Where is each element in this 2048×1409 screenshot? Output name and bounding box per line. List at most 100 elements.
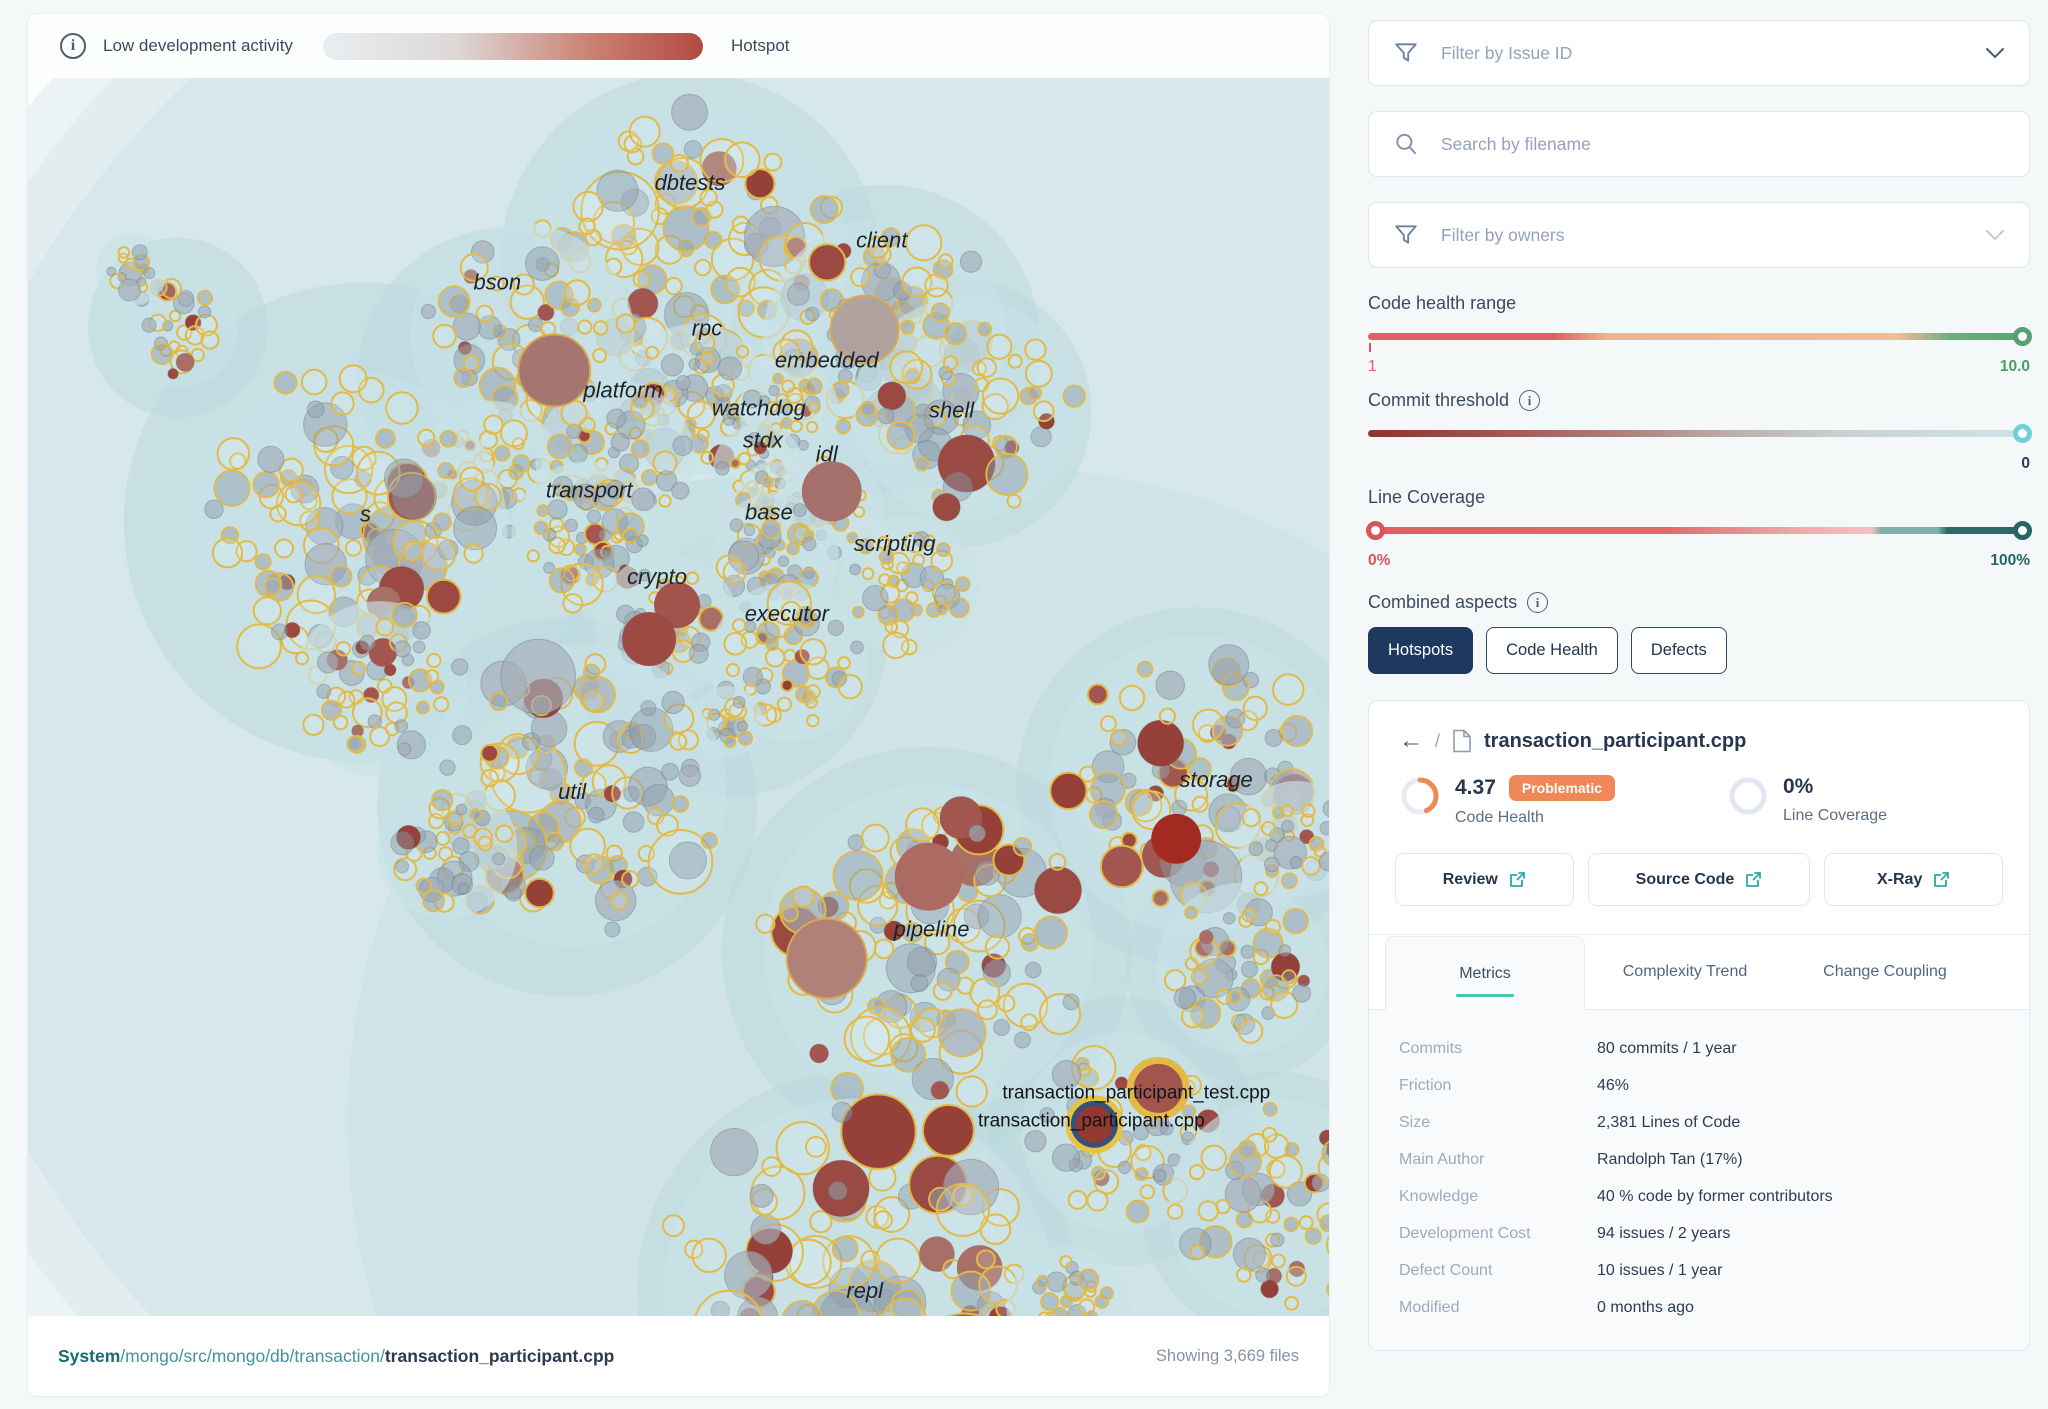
cluster-label-base: base — [745, 499, 793, 524]
metric-value: 40 % code by former contributors — [1597, 1188, 1833, 1206]
sidebar: Filter by Issue ID Search by filename Fi… — [1368, 20, 2030, 1351]
metric-value: 80 commits / 1 year — [1597, 1040, 1737, 1058]
line-coverage-label: Line Coverage — [1368, 487, 1485, 508]
commit-threshold-value: 0 — [2021, 455, 2030, 473]
code-health-min-tick — [1369, 343, 1371, 352]
cluster-label-util: util — [558, 779, 587, 804]
selected-file-label: transaction_participant.cpp — [978, 1110, 1205, 1131]
cluster-label-embedded: embedded — [775, 348, 880, 373]
cluster-label-s: s — [360, 501, 371, 526]
chevron-down-icon[interactable] — [1985, 229, 2005, 241]
breadcrumb: System/mongo/src/mongo/db/transaction/tr… — [58, 1346, 614, 1367]
cluster-label-transport: transport — [546, 477, 634, 502]
commit-threshold-slider[interactable] — [1368, 425, 2030, 443]
line-coverage-min-label: 0% — [1368, 552, 1390, 570]
metric-value: 94 issues / 2 years — [1597, 1225, 1730, 1243]
info-icon[interactable]: i — [1527, 592, 1548, 613]
aspect-button-defects[interactable]: Defects — [1631, 627, 1727, 674]
cluster-label-dbtests: dbtests — [655, 170, 726, 195]
review-button[interactable]: Review — [1395, 853, 1574, 906]
file-details-card: ← / transaction_participant.cpp 4.37 Pro… — [1368, 700, 2030, 1351]
metric-row: Modified0 months ago — [1369, 1289, 2029, 1326]
line-coverage-ring — [1727, 775, 1769, 817]
metric-label: Knowledge — [1399, 1188, 1597, 1206]
metric-row: Knowledge40 % code by former contributor… — [1369, 1178, 2029, 1215]
cluster-label-rpc: rpc — [692, 316, 723, 341]
line-coverage-max-handle[interactable] — [2013, 521, 2032, 540]
filter-owners[interactable]: Filter by owners — [1368, 202, 2030, 268]
commit-threshold-label: Commit threshold — [1368, 390, 1509, 411]
code-health-slider[interactable] — [1368, 328, 2030, 346]
aspect-button-hotspots[interactable]: Hotspots — [1368, 627, 1473, 674]
legend-high-label: Hotspot — [731, 36, 790, 56]
metric-value: 10 issues / 1 year — [1597, 1262, 1722, 1280]
info-icon[interactable]: i — [60, 33, 86, 59]
cluster-label-scripting: scripting — [854, 531, 937, 556]
metric-label: Size — [1399, 1114, 1597, 1132]
code-health-gauge: 4.37 Problematic Code Health — [1399, 775, 1727, 827]
breadcrumb-root[interactable]: System — [58, 1346, 120, 1366]
aspect-button-code-health[interactable]: Code Health — [1486, 627, 1618, 674]
breadcrumb-path[interactable]: /mongo/src/mongo/db/transaction/ — [120, 1346, 385, 1366]
metric-row: Size2,381 Lines of Code — [1369, 1104, 2029, 1141]
hotspot-map-panel: i Low development activity Hotspot dbtes… — [27, 13, 1330, 1397]
code-health-gauge-label: Code Health — [1455, 809, 1615, 827]
funnel-icon — [1393, 222, 1419, 248]
cluster-label-shell: shell — [929, 397, 975, 422]
source-code-button[interactable]: Source Code — [1588, 853, 1811, 906]
metric-row: Friction46% — [1369, 1067, 2029, 1104]
path-slash: / — [1435, 731, 1440, 752]
search-filename[interactable]: Search by filename — [1368, 111, 2030, 177]
breadcrumb-file: transaction_participant.cpp — [385, 1346, 615, 1366]
line-coverage-slider[interactable] — [1368, 522, 2030, 540]
file-title: transaction_participant.cpp — [1484, 730, 1746, 753]
cluster-label-storage: storage — [1180, 767, 1253, 792]
filter-issue-id[interactable]: Filter by Issue ID — [1368, 20, 2030, 86]
funnel-icon — [1393, 40, 1419, 66]
detail-tabs: Metrics Complexity Trend Change Coupling — [1369, 935, 2029, 1009]
cluster-label-watchdog: watchdog — [712, 395, 807, 420]
metric-row: Commits80 commits / 1 year — [1369, 1030, 2029, 1067]
test-file-label: transaction_participant_test.cpp — [1002, 1082, 1270, 1103]
metric-row: Development Cost94 issues / 2 years — [1369, 1215, 2029, 1252]
metric-row: Main AuthorRandolph Tan (17%) — [1369, 1141, 2029, 1178]
cluster-label-bson: bson — [473, 270, 521, 295]
circle-pack-chart[interactable]: dbtestsclientbsonrpcembeddedplatformwatc… — [28, 78, 1329, 1316]
code-health-max-label: 10.0 — [2000, 358, 2030, 376]
cluster-label-crypto: crypto — [627, 564, 687, 589]
metric-row: Defect Count10 issues / 1 year — [1369, 1252, 2029, 1289]
cluster-label-executor: executor — [745, 601, 831, 626]
cluster-label-pipeline: pipeline — [893, 917, 970, 942]
cluster-label-repl: repl — [846, 1278, 884, 1303]
breadcrumb-bar: System/mongo/src/mongo/db/transaction/tr… — [28, 1316, 1329, 1396]
code-health-slider-group: Code health range 1 10.0 — [1368, 293, 2030, 376]
tab-metrics[interactable]: Metrics — [1385, 936, 1585, 1010]
combined-aspects-section: Combined aspects i Hotspots Code Health … — [1368, 592, 2030, 674]
tab-change-coupling[interactable]: Change Coupling — [1785, 935, 1985, 1009]
combined-aspects-label: Combined aspects — [1368, 592, 1517, 613]
commit-threshold-handle[interactable] — [2013, 424, 2032, 443]
chevron-down-icon[interactable] — [1985, 47, 2005, 59]
files-count: Showing 3,669 files — [1156, 1347, 1299, 1366]
metrics-panel: Commits80 commits / 1 yearFriction46%Siz… — [1369, 1009, 2029, 1350]
line-coverage-min-handle[interactable] — [1366, 521, 1385, 540]
xray-button[interactable]: X-Ray — [1824, 853, 2003, 906]
hotspot-circle-pack[interactable]: dbtestsclientbsonrpcembeddedplatformwatc… — [28, 78, 1329, 1316]
code-health-max-handle[interactable] — [2013, 327, 2032, 346]
metric-value: 46% — [1597, 1077, 1629, 1095]
tab-complexity-trend[interactable]: Complexity Trend — [1585, 935, 1785, 1009]
line-coverage-gauge: 0% Line Coverage — [1727, 775, 1887, 827]
metric-label: Friction — [1399, 1077, 1597, 1095]
legend-low-label: Low development activity — [103, 36, 293, 56]
external-link-icon — [1745, 871, 1762, 888]
metric-label: Modified — [1399, 1299, 1597, 1317]
external-link-icon — [1933, 871, 1950, 888]
info-icon[interactable]: i — [1519, 390, 1540, 411]
back-arrow-icon[interactable]: ← — [1399, 729, 1423, 753]
metric-label: Development Cost — [1399, 1225, 1597, 1243]
code-health-value: 4.37 — [1455, 776, 1496, 800]
metric-value: 0 months ago — [1597, 1299, 1694, 1317]
line-coverage-group: Line Coverage 0% 100% — [1368, 487, 2030, 570]
filter-issue-placeholder: Filter by Issue ID — [1441, 43, 1572, 64]
status-badge: Problematic — [1509, 775, 1615, 801]
